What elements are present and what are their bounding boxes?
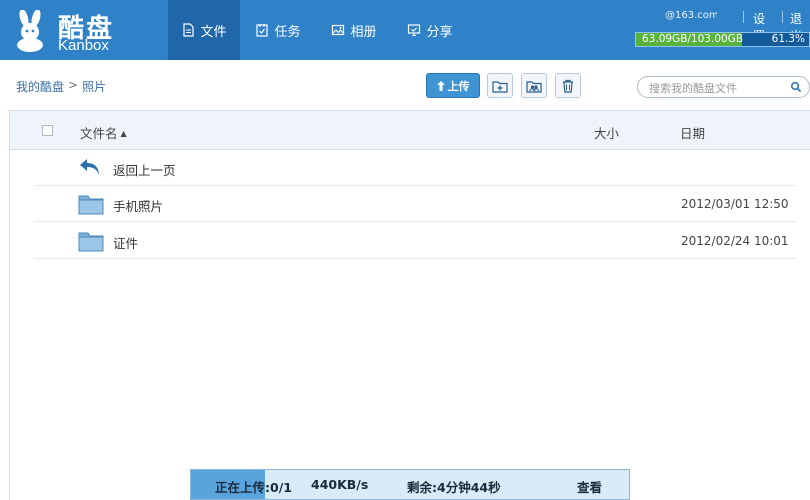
breadcrumb-current: 照片 [82, 80, 107, 94]
storage-quota-text: 63.09GB/103.00GB [642, 33, 744, 45]
select-all-checkbox[interactable] [42, 125, 53, 136]
column-name-label: 文件名 [80, 126, 118, 141]
nav-item-label: 文件 [200, 24, 227, 40]
upload-speed: 440KB/s [311, 477, 369, 492]
new-folder-button[interactable] [487, 73, 513, 98]
file-name[interactable]: 手机照片 [113, 196, 163, 215]
trash-icon [563, 79, 573, 93]
column-header-name[interactable]: 文件名 ▲ [80, 123, 127, 142]
delete-button[interactable] [555, 73, 581, 98]
nav-item-label: 相册 [350, 24, 377, 40]
share-folder-button[interactable] [521, 73, 547, 98]
toolbar: 我的酷盘 > 照片 上传 搜索我的酷盘文件 [0, 60, 810, 110]
nav-item-share[interactable]: 分享 [392, 0, 468, 60]
sort-ascending-icon: ▲ [120, 129, 127, 138]
back-arrow-icon [80, 159, 99, 175]
breadcrumb-root[interactable]: 我的酷盘 [16, 78, 64, 95]
column-header-date[interactable]: 日期 [680, 123, 705, 142]
storage-quota-bar: 63.09GB/103.00GB 61.3% [635, 32, 810, 47]
search-input[interactable]: 搜索我的酷盘文件 [649, 80, 737, 96]
file-date: 2012/03/01 12:50 [681, 197, 789, 211]
main-nav: 文件 任务 相册 分享 [168, 0, 468, 60]
divider [743, 11, 744, 23]
breadcrumb: 我的酷盘 > 照片 [16, 78, 106, 95]
album-icon [332, 24, 345, 36]
rabbit-logo-icon [17, 10, 43, 52]
upload-button-label: 上传 [447, 79, 470, 93]
brand-name-en: Kanbox [58, 37, 109, 54]
folder-icon [78, 195, 104, 215]
upload-count: 正在上传:0/1 [215, 480, 292, 495]
upload-button[interactable]: 上传 [426, 73, 480, 98]
table-row[interactable]: 证件 2012/02/24 10:01 [34, 223, 796, 259]
file-date: 2012/02/24 10:01 [681, 234, 789, 248]
view-uploads-link[interactable]: 查看 [577, 477, 602, 496]
table-header: 文件名 ▲ 大小 日期 [10, 110, 810, 150]
upload-remaining: 剩余:4分钟44秒 [407, 480, 501, 495]
shared-folder-icon [526, 80, 542, 93]
divider [782, 11, 783, 23]
storage-quota-percent: 61.3% [771, 33, 805, 45]
kanbox-logo[interactable]: 酷盘 Kanbox [8, 6, 168, 54]
new-folder-icon [492, 80, 508, 93]
task-icon [256, 24, 269, 37]
user-email[interactable]: @163.com [637, 10, 717, 21]
search-icon[interactable] [790, 81, 802, 93]
top-header: 酷盘 Kanbox 文件 任务 相册 分享 @163.com 设置 退出 63.… [0, 0, 810, 60]
upload-arrow-icon [436, 80, 445, 91]
folder-icon [78, 232, 104, 252]
file-icon [183, 23, 195, 37]
back-row[interactable]: 返回上一页 [34, 150, 796, 186]
table-row[interactable]: 手机照片 2012/03/01 12:50 [34, 186, 796, 222]
file-name[interactable]: 证件 [113, 233, 138, 252]
breadcrumb-separator: > [68, 78, 79, 92]
nav-item-files[interactable]: 文件 [168, 0, 240, 60]
back-label: 返回上一页 [113, 163, 176, 178]
nav-item-album[interactable]: 相册 [316, 0, 392, 60]
search-box[interactable]: 搜索我的酷盘文件 [637, 76, 810, 98]
upload-status-bar: 正在上传:0/1 440KB/s 剩余:4分钟44秒 查看 [190, 469, 630, 500]
nav-item-tasks[interactable]: 任务 [240, 0, 316, 60]
column-header-size[interactable]: 大小 [594, 123, 619, 142]
nav-item-label: 分享 [426, 24, 453, 40]
nav-item-label: 任务 [274, 24, 301, 40]
share-icon [408, 24, 421, 37]
file-table: 文件名 ▲ 大小 日期 返回上一页 手机照片 2012/03/01 12:50 证… [9, 110, 810, 500]
